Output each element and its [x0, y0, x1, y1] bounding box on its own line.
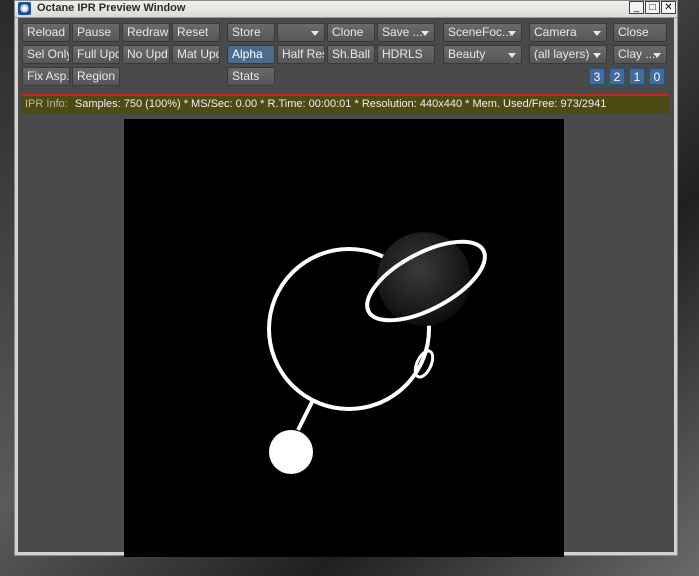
priority-button-0[interactable]: 0	[649, 68, 665, 85]
octane-app-icon: ◉	[18, 2, 31, 15]
scene-dropdown[interactable]: SceneFoc...	[443, 23, 522, 42]
title-bar[interactable]: ◉ Octane IPR Preview Window _ □ ✕	[15, 1, 677, 18]
redraw-button[interactable]: Redraw	[122, 23, 170, 42]
region-button[interactable]: Region	[72, 67, 120, 86]
fix-aspect-button[interactable]: Fix Asp.	[22, 67, 70, 86]
store-button[interactable]: Store	[227, 23, 275, 42]
pendulum-rod	[296, 401, 314, 431]
ipr-info-label: IPR Info:	[25, 98, 68, 110]
half-res-toggle[interactable]: Half Res	[277, 45, 325, 64]
clone-button[interactable]: Clone	[327, 23, 375, 42]
save-dropdown[interactable]: Save ...	[377, 23, 435, 42]
material-update-button[interactable]: Mat Upd	[172, 45, 220, 64]
priority-button-1[interactable]: 1	[629, 68, 645, 85]
render-pass-dropdown[interactable]: Beauty	[443, 45, 522, 64]
window-title: Octane IPR Preview Window	[37, 2, 186, 14]
store-slot-dropdown[interactable]	[277, 23, 325, 42]
white-ball	[269, 430, 313, 474]
priority-button-3[interactable]: 3	[589, 68, 605, 85]
priority-button-2[interactable]: 2	[609, 68, 625, 85]
close-window-button[interactable]: ✕	[661, 1, 676, 14]
maximize-button[interactable]: □	[645, 1, 660, 14]
stats-button[interactable]: Stats	[227, 67, 275, 86]
clay-dropdown[interactable]: Clay ...	[613, 45, 667, 64]
reset-button[interactable]: Reset	[172, 23, 220, 42]
alpha-toggle[interactable]: Alpha	[227, 45, 275, 64]
minimize-button[interactable]: _	[629, 1, 644, 14]
render-viewport[interactable]	[124, 119, 564, 557]
shader-ball-toggle[interactable]: Sh.Ball	[327, 45, 375, 64]
full-update-button[interactable]: Full Upd.	[72, 45, 120, 64]
sel-only-button[interactable]: Sel Only	[22, 45, 70, 64]
ipr-preview-window: ◉ Octane IPR Preview Window _ □ ✕ Reload…	[14, 0, 678, 557]
pause-button[interactable]: Pause	[72, 23, 120, 42]
hdrls-button[interactable]: HDRLS	[377, 45, 435, 64]
ipr-info-text: Samples: 750 (100%) * MS/Sec: 0.00 * R.T…	[74, 98, 607, 110]
no-update-button[interactable]: No Upd.	[122, 45, 170, 64]
reload-button[interactable]: Reload	[22, 23, 70, 42]
small-oval	[413, 349, 435, 379]
render-image	[267, 232, 487, 474]
ipr-info-bar: IPR Info: Samples: 750 (100%) * MS/Sec: …	[21, 94, 669, 114]
camera-dropdown[interactable]: Camera	[529, 23, 607, 42]
layers-dropdown[interactable]: (all layers)	[529, 45, 607, 64]
close-button[interactable]: Close	[613, 23, 667, 42]
client-area: Reload Pause Redraw Reset Store Clone Sa…	[18, 18, 674, 557]
